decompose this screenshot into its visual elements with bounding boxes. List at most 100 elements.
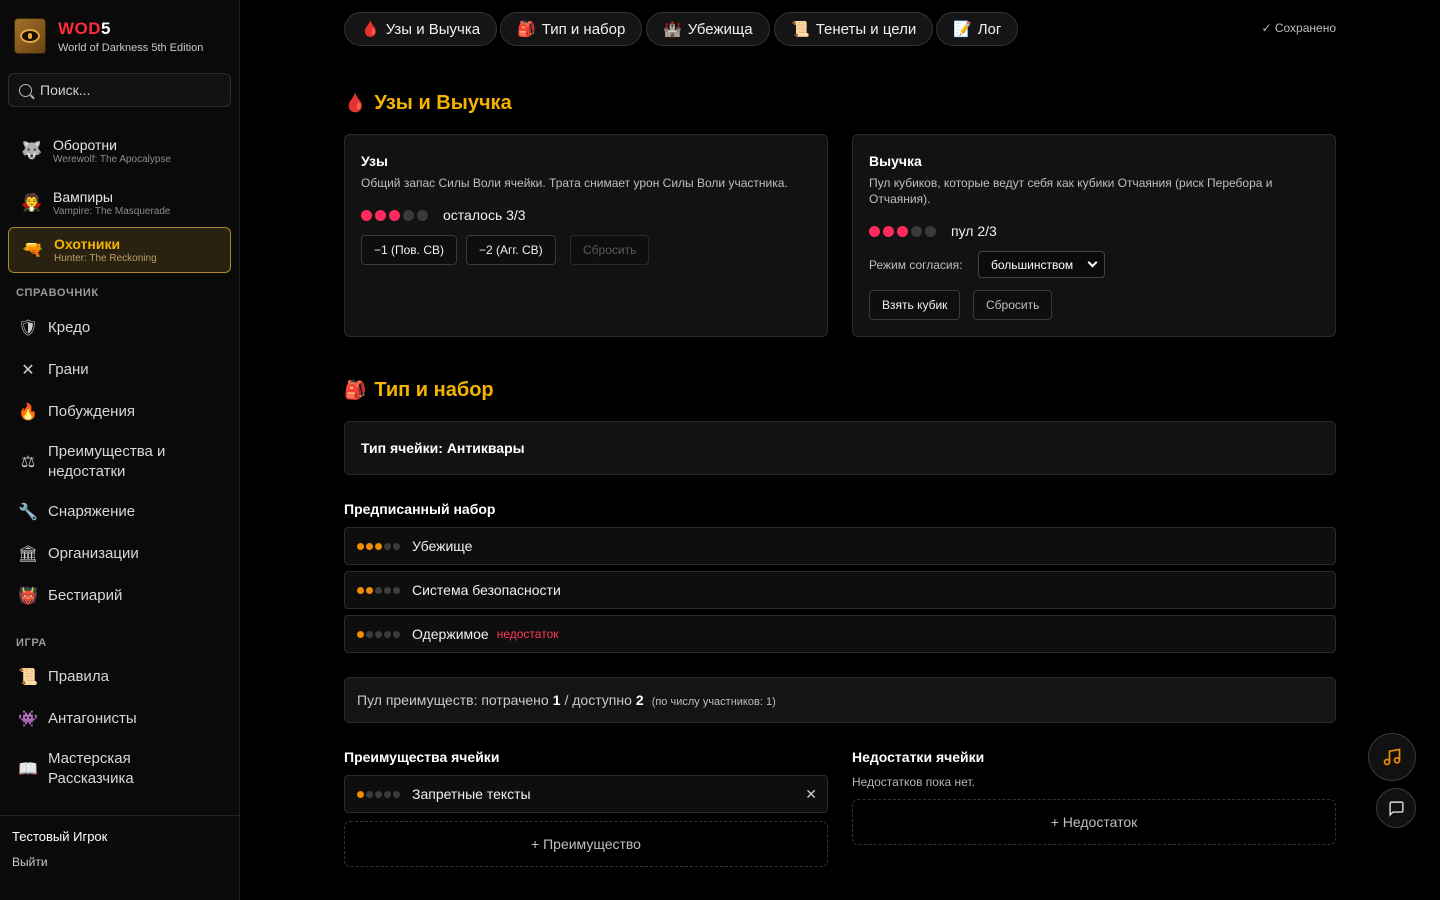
sidebar-item-label: Бестиарий	[48, 587, 123, 604]
sidebar: WOD5 World of Darkness 5th Edition 🐺 Обо…	[0, 0, 240, 900]
sidebar-item-rules[interactable]: 📜 Правила	[16, 667, 231, 687]
bonds-reset-button[interactable]: Сбросить	[570, 235, 650, 265]
tracker-dot[interactable]	[897, 225, 908, 237]
rating-dot[interactable]	[366, 542, 373, 550]
building-icon: 🏛	[17, 546, 39, 563]
card-title: Выучка	[869, 153, 922, 169]
sidebar-item-organizations[interactable]: 🏛 Организации	[16, 544, 231, 564]
rating-dot[interactable]	[384, 586, 391, 594]
sidebar-item-edges[interactable]: ✕ Грани	[16, 360, 231, 380]
close-icon[interactable]: ✕	[805, 786, 817, 803]
rating-dot[interactable]	[384, 790, 391, 798]
search-input[interactable]	[40, 82, 220, 98]
rating-dot[interactable]	[357, 586, 364, 594]
consent-mode-select[interactable]: большинством	[978, 251, 1105, 278]
brand-title: WOD5	[58, 18, 112, 38]
bonds-dots[interactable]	[361, 209, 431, 221]
tracker-dot[interactable]	[361, 209, 372, 221]
tab-snares-goals[interactable]: 📜 Тенеты и цели	[774, 12, 934, 46]
sidebar-nav[interactable]: 🐺 Оборотни Werewolf: The Apocalypse 🧛 Вам…	[0, 120, 239, 815]
rating-dot[interactable]	[375, 790, 382, 798]
tracker-dot[interactable]	[883, 225, 894, 237]
rating-dot[interactable]	[384, 630, 391, 638]
tracker-dot[interactable]	[403, 209, 414, 221]
sidebar-item-antagonists[interactable]: 👾 Антагонисты	[16, 709, 231, 729]
section-title-type-kit: 🎒 Тип и набор	[344, 379, 494, 401]
sidebar-item-gear[interactable]: 🔧 Снаряжение	[16, 502, 231, 522]
blood-drop-icon: 🩸	[361, 21, 380, 38]
take-die-button[interactable]: Взять кубик	[869, 290, 961, 320]
tracker-dot[interactable]	[375, 209, 386, 221]
rating-dot[interactable]	[384, 542, 391, 550]
tracker-dot[interactable]	[911, 225, 922, 237]
logout-link[interactable]: Выйти	[12, 855, 48, 869]
rating-dot[interactable]	[393, 790, 400, 798]
sidebar-item-label: Побуждения	[48, 403, 135, 420]
training-status: пул 2/3	[951, 223, 997, 239]
aggravated-damage-button[interactable]: −2 (Агг. СВ)	[466, 235, 556, 265]
demon-icon: 👹	[18, 588, 38, 605]
brand-logo-icon	[14, 18, 46, 54]
wrench-icon: 🔧	[18, 504, 38, 521]
rating-dot[interactable]	[375, 542, 382, 550]
rating-dot[interactable]	[393, 586, 400, 594]
rating-dot[interactable]	[393, 542, 400, 550]
rating-dot[interactable]	[357, 790, 364, 798]
advantages-title: Преимущества ячейки	[344, 749, 500, 765]
tab-type-kit[interactable]: 🎒 Тип и набор	[500, 12, 643, 46]
tab-bonds[interactable]: 🩸 Узы и Выучка	[344, 12, 498, 46]
rating-dot[interactable]	[366, 630, 373, 638]
search-box[interactable]	[8, 73, 231, 107]
rating-dot[interactable]	[357, 542, 364, 550]
music-button[interactable]	[1368, 733, 1416, 781]
consent-label: Режим согласия:	[869, 258, 963, 272]
rating-dots[interactable]	[357, 790, 402, 798]
rating-dots	[357, 586, 402, 594]
sidebar-item-creed[interactable]: 🛡 Кредо	[16, 318, 231, 338]
sidebar-item-merits-flaws[interactable]: ⚖ Преимущества и недостатки	[16, 442, 231, 482]
sidebar-item-drives[interactable]: 🔥 Побуждения	[16, 402, 231, 422]
tab-havens[interactable]: 🏰 Убежища	[646, 12, 770, 46]
sidebar-item-vampire[interactable]: 🧛 Вампиры Vampire: The Masquerade	[8, 180, 231, 226]
rating-dot[interactable]	[375, 630, 382, 638]
tracker-dot[interactable]	[869, 225, 880, 237]
add-flaw-button[interactable]: + Недостаток	[852, 799, 1336, 845]
cell-type: Тип ячейки: Антиквары	[361, 440, 525, 456]
tracker-dot[interactable]	[389, 209, 400, 221]
rating-dot[interactable]	[357, 630, 364, 638]
sidebar-item-werewolf[interactable]: 🐺 Оборотни Werewolf: The Apocalypse	[8, 128, 231, 174]
section-label-reference: СПРАВОЧНИК	[16, 287, 99, 299]
bonds-card: Узы Общий запас Силы Воли ячейки. Трата …	[344, 134, 828, 337]
chevron-down-icon	[1087, 257, 1098, 268]
rating-dot[interactable]	[393, 630, 400, 638]
game-title: Охотники	[54, 236, 121, 252]
blood-drop-icon: 🩸	[344, 93, 367, 113]
chat-button[interactable]	[1376, 788, 1416, 828]
training-dots[interactable]	[869, 225, 939, 237]
rating-dot[interactable]	[375, 586, 382, 594]
tracker-dot[interactable]	[925, 225, 936, 237]
list-item: Одержимое недостаток	[344, 615, 1336, 653]
sidebar-item-bestiary[interactable]: 👹 Бестиарий	[16, 586, 231, 606]
training-reset-button[interactable]: Сбросить	[973, 290, 1053, 320]
merit-pool-summary: Пул преимуществ: потрачено 1/ доступно 2 (п…	[344, 677, 1336, 723]
rating-dots	[357, 630, 402, 638]
superficial-damage-button[interactable]: −1 (Пов. СВ)	[361, 235, 458, 265]
scales-icon: ⚖	[20, 454, 36, 471]
sidebar-item-storyteller[interactable]: 📖 Мастерская Рассказчика	[16, 749, 231, 789]
sidebar-item-hunter[interactable]: 🔫 Охотники Hunter: The Reckoning	[8, 227, 231, 273]
pool-spent: 1	[552, 692, 561, 708]
rating-dot[interactable]	[366, 790, 373, 798]
add-advantage-button[interactable]: + Преимущество	[344, 821, 828, 867]
game-subtitle: Vampire: The Masquerade	[53, 206, 171, 217]
tab-log[interactable]: 📝 Лог	[936, 12, 1019, 46]
brand[interactable]: WOD5 World of Darkness 5th Edition	[14, 18, 203, 54]
chat-bubble-icon	[1388, 800, 1404, 817]
sidebar-item-label: Мастерская Рассказчика	[48, 750, 134, 787]
vampire-icon: 🧛	[21, 193, 43, 212]
tracker-dot[interactable]	[417, 209, 428, 221]
cell-type-card: Тип ячейки: Антиквары	[344, 421, 1336, 475]
item-label: Запретные тексты	[412, 786, 531, 802]
game-subtitle: Werewolf: The Apocalypse	[53, 154, 172, 165]
rating-dot[interactable]	[366, 586, 373, 594]
